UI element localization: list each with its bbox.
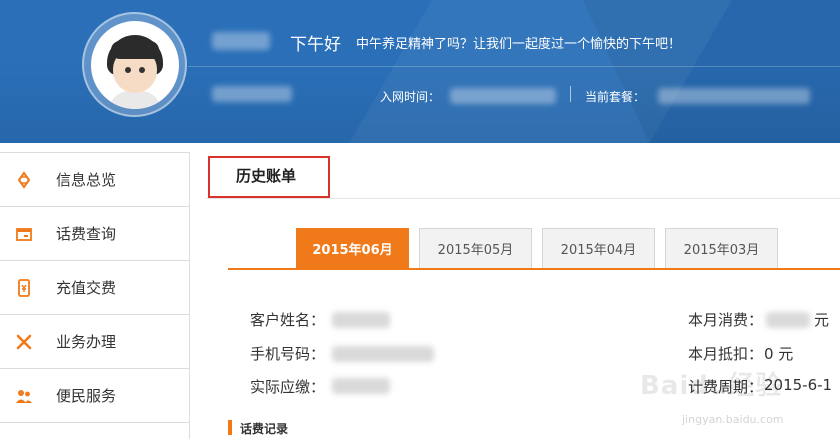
people-icon bbox=[14, 386, 34, 406]
title-divider bbox=[206, 198, 840, 199]
sidebar-item-label: 业务办理 bbox=[56, 333, 117, 351]
sidebar-item-services[interactable]: 便民服务 bbox=[0, 369, 189, 423]
section-title-call-records: 话费记录 bbox=[240, 422, 289, 436]
watermark-logo: Baidu经验 bbox=[640, 371, 783, 401]
monthly-spend-redacted bbox=[766, 312, 810, 328]
tab-2015-06[interactable]: 2015年06月 bbox=[296, 228, 409, 268]
monthly-spend-unit: 元 bbox=[814, 311, 830, 329]
phone-label: 手机号码： bbox=[250, 345, 326, 363]
join-time-redacted bbox=[450, 88, 556, 104]
page-title: 历史账单 bbox=[236, 167, 297, 185]
tab-2015-05[interactable]: 2015年05月 bbox=[419, 228, 532, 268]
sidebar-item-label: 信息总览 bbox=[56, 171, 117, 189]
monthly-deduction-value: 0 元 bbox=[764, 345, 794, 363]
watermark-url: jingyan.baidu.com bbox=[682, 413, 784, 426]
phone-redacted bbox=[332, 346, 434, 362]
sidebar-item-recharge[interactable]: 充值交费 bbox=[0, 261, 189, 315]
amount-due-label: 实际应缴： bbox=[250, 378, 326, 396]
tools-icon bbox=[14, 332, 34, 352]
avatar-fringe bbox=[111, 41, 159, 59]
tab-2015-03[interactable]: 2015年03月 bbox=[665, 228, 778, 268]
profile-header: 下午好 中午养足精神了吗？让我们一起度过一个愉快的下午吧！ 入网时间： 当前套餐… bbox=[0, 0, 840, 143]
monthly-spend-label: 本月消费： bbox=[688, 311, 764, 329]
sidebar-item-overview[interactable]: 信息总览 bbox=[0, 153, 189, 207]
plan-redacted bbox=[658, 88, 810, 104]
sidebar: 信息总览 话费查询 充值交费 业务办理 便民服务 bbox=[0, 152, 190, 439]
username-redacted bbox=[212, 32, 270, 50]
sidebar-item-label: 充值交费 bbox=[56, 279, 117, 297]
join-time-label: 入网时间： bbox=[380, 90, 441, 104]
sidebar-item-bill-query[interactable]: 话费查询 bbox=[0, 207, 189, 261]
sidebar-item-label: 便民服务 bbox=[56, 387, 117, 405]
customer-name-redacted bbox=[332, 312, 390, 328]
greeting-message: 中午养足精神了吗？让我们一起度过一个愉快的下午吧！ bbox=[356, 37, 682, 52]
section-marker bbox=[228, 420, 232, 435]
tabs-underline bbox=[228, 268, 840, 270]
info-overview-icon bbox=[14, 170, 34, 190]
account-redacted bbox=[212, 86, 292, 102]
plan-label: 当前套餐： bbox=[585, 90, 646, 104]
sidebar-item-label: 话费查询 bbox=[56, 225, 117, 243]
customer-name-label: 客户姓名： bbox=[250, 311, 326, 329]
avatar-eye bbox=[125, 67, 131, 73]
monthly-deduction-label: 本月抵扣： bbox=[688, 345, 764, 363]
greeting: 下午好 bbox=[290, 35, 341, 55]
avatar-eye bbox=[139, 67, 145, 73]
tab-2015-04[interactable]: 2015年04月 bbox=[542, 228, 655, 268]
sidebar-item-business[interactable]: 业务办理 bbox=[0, 315, 189, 369]
avatar[interactable] bbox=[91, 21, 179, 109]
header-separator bbox=[570, 86, 571, 102]
bill-query-icon bbox=[14, 224, 34, 244]
amount-due-redacted bbox=[332, 378, 390, 394]
recharge-icon bbox=[14, 278, 34, 298]
avatar-body bbox=[109, 91, 161, 109]
header-divider bbox=[188, 66, 840, 67]
